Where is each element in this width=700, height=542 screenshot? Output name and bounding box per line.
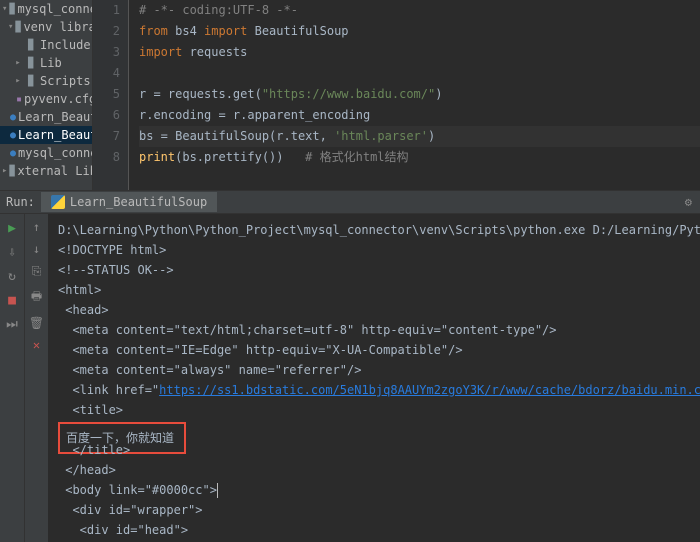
tree-item[interactable]: ●mysql_connect [0, 144, 92, 162]
tree-item[interactable]: ▉Include [0, 36, 92, 54]
chevron-icon[interactable]: ▸ [14, 76, 22, 86]
code-line[interactable] [139, 63, 700, 84]
code-line[interactable]: from bs4 import BeautifulSoup [139, 21, 700, 42]
tree-item-label: pyvenv.cfg [24, 92, 93, 106]
project-tree[interactable]: ▾▉mysql_connector▾▉venv library rc▉Inclu… [0, 0, 93, 190]
code-line[interactable]: print(bs.prettify()) # 格式化html结构 [139, 147, 700, 168]
run-toolbar: Run: Learn_BeautifulSoup ⚙ [0, 190, 700, 214]
tree-item[interactable]: ▸▉Scripts [0, 72, 92, 90]
print-icon[interactable]: 🖶 [31, 287, 42, 308]
chevron-icon[interactable]: ▾ [2, 4, 7, 14]
step-down-icon[interactable]: ⇩ [4, 244, 20, 260]
line-number: 2 [93, 21, 120, 42]
line-number: 3 [93, 42, 120, 63]
folder-icon: ▉ [24, 38, 38, 52]
tree-item[interactable]: ▾▉venv library rc [0, 18, 92, 36]
tree-item-label: xternal Libraries [17, 164, 93, 178]
tree-item-label: mysql_connect [18, 146, 93, 160]
py-icon: ● [10, 128, 16, 142]
folder-icon: ▉ [24, 56, 38, 70]
console-line: <meta content="always" name="referrer"/> [58, 360, 700, 380]
tree-item-label: Learn_Beautifu [18, 128, 93, 142]
run-label: Run: [6, 195, 35, 209]
run-tab-label: Learn_BeautifulSoup [70, 195, 207, 209]
tree-item-label: mysql_connector [17, 2, 93, 16]
console-line: <html> [58, 280, 700, 300]
console-line: <title> [58, 400, 700, 420]
cfg-icon: ▪ [16, 92, 22, 106]
tree-item-label: Scripts [40, 74, 91, 88]
tree-item[interactable]: ▸▉Lib [0, 54, 92, 72]
console-line: <head> [58, 300, 700, 320]
console-link[interactable]: https://ss1.bdstatic.com/5eN1bjq8AAUYm2z… [159, 383, 700, 397]
console-line: <!--STATUS OK--> [58, 260, 700, 280]
tree-item-label: Lib [40, 56, 62, 70]
close-icon[interactable]: ✕ [33, 338, 40, 352]
code-line[interactable]: import requests [139, 42, 700, 63]
up-icon[interactable]: ↑ [33, 220, 40, 234]
console-line: </head> [58, 460, 700, 480]
python-icon [51, 195, 65, 209]
console-line: <div id="wrapper"> [58, 500, 700, 520]
line-number: 6 [93, 105, 120, 126]
folder-icon: ▉ [9, 2, 15, 16]
code-editor[interactable]: # -*- coding:UTF-8 -*-from bs4 import Be… [129, 0, 700, 190]
console-line: <meta content="text/html;charset=utf-8" … [58, 320, 700, 340]
tree-item[interactable]: ●Learn_Beautifu [0, 108, 92, 126]
skip-icon[interactable]: ⏭ [4, 316, 20, 332]
code-line[interactable]: r = requests.get("https://www.baidu.com/… [139, 84, 700, 105]
console-output[interactable]: D:\Learning\Python\Python_Project\mysql_… [48, 214, 700, 542]
console-line: D:\Learning\Python\Python_Project\mysql_… [58, 220, 700, 240]
folder-icon: ▉ [9, 164, 15, 178]
tree-item[interactable]: ●Learn_Beautifu [0, 126, 92, 144]
run-tab[interactable]: Learn_BeautifulSoup [41, 192, 217, 212]
folder-icon: ▉ [24, 74, 38, 88]
run-icon[interactable]: ▶ [4, 220, 20, 236]
py-icon: ● [10, 146, 16, 160]
tree-item[interactable]: ▸▉xternal Libraries [0, 162, 92, 180]
console-line: <link href="https://ss1.bdstatic.com/5eN… [58, 380, 700, 400]
console-line: <!DOCTYPE html> [58, 240, 700, 260]
line-number: 7 [93, 126, 120, 147]
console-line: <meta content="IE=Edge" http-equiv="X-UA… [58, 340, 700, 360]
code-line[interactable]: r.encoding = r.apparent_encoding [139, 105, 700, 126]
console-line: <body link="#0000cc"> [58, 480, 700, 500]
trash-icon[interactable]: 🗑 [29, 316, 44, 330]
chevron-icon[interactable]: ▸ [2, 166, 7, 176]
down-icon[interactable]: ↓ [33, 242, 40, 256]
run-toolstrip-right: ↑ ↓ ⎘ 🖶 🗑 ✕ [24, 214, 48, 542]
tree-item[interactable]: ▾▉mysql_connector [0, 0, 92, 18]
line-gutter: 12345678 [93, 0, 129, 190]
restart-icon[interactable]: ↻ [4, 268, 20, 284]
console-line: <div id="head"> [58, 520, 700, 540]
line-number: 4 [93, 63, 120, 84]
py-icon: ● [10, 110, 16, 124]
line-number: 1 [93, 0, 120, 21]
tree-item-label: Include [40, 38, 91, 52]
run-toolstrip-left: ▶ ⇩ ↻ ■ ⏭ [0, 214, 24, 542]
gear-icon[interactable]: ⚙ [685, 195, 692, 209]
stop-icon[interactable]: ■ [4, 292, 20, 308]
folder-icon: ▉ [15, 20, 21, 34]
tree-item-label: venv library rc [23, 20, 93, 34]
line-number: 8 [93, 147, 120, 168]
tree-item-label: Learn_Beautifu [18, 110, 93, 124]
code-line[interactable]: bs = BeautifulSoup(r.text, 'html.parser'… [139, 126, 700, 147]
chevron-icon[interactable]: ▸ [14, 58, 22, 68]
code-line[interactable]: # -*- coding:UTF-8 -*- [139, 0, 700, 21]
tree-item[interactable]: ▪pyvenv.cfg [0, 90, 92, 108]
chevron-icon[interactable]: ▾ [8, 22, 13, 32]
line-number: 5 [93, 84, 120, 105]
export-icon[interactable]: ⎘ [32, 264, 42, 279]
